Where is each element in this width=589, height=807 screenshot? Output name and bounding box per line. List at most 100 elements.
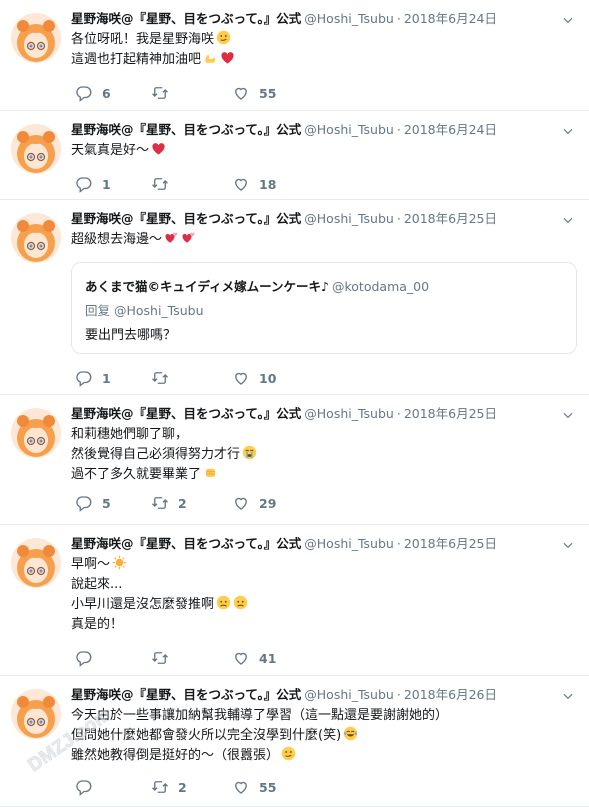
like-button[interactable]: 18 [232, 174, 276, 194]
reply-button[interactable] [75, 648, 102, 668]
user-handle[interactable]: @Hoshi_Tsubu [304, 406, 394, 421]
retweet-button[interactable] [151, 174, 178, 194]
avatar[interactable] [11, 13, 61, 63]
like-icon [232, 175, 259, 193]
quoted-user-handle[interactable]: @kotodama_00 [332, 279, 429, 294]
heart-emoji [220, 50, 235, 65]
reply-button[interactable]: 6 [75, 83, 111, 103]
like-button[interactable]: 41 [232, 648, 276, 668]
retweet-button[interactable]: 2 [151, 777, 187, 797]
reply-icon [75, 494, 102, 512]
tweet-actions: 5 2 29 [71, 493, 371, 513]
like-button[interactable]: 29 [232, 493, 276, 513]
display-name[interactable]: 星野海咲@『星野、目をつぶって。』公式 [71, 687, 301, 702]
chevron-down-icon[interactable] [561, 123, 575, 137]
reply-count: 1 [102, 176, 111, 192]
separator-dot: · [396, 536, 401, 551]
tweet-text-content: 早啊～ [71, 557, 111, 572]
joy-emoji [343, 726, 358, 741]
avatar[interactable] [11, 538, 61, 588]
tweet-header: 星野海咲@『星野、目をつぶって。』公式 @Hoshi_Tsubu · 2018年6月2… [71, 405, 549, 423]
tweet-text-line: 和莉穗她們聊了聊， [71, 425, 569, 445]
tweet-text: 天氣真是好～ [71, 141, 569, 161]
quoted-display-name[interactable]: あくまで猫©キュイディメ嫁ムーンケーキ♪ [85, 279, 329, 294]
chevron-down-icon[interactable] [561, 537, 575, 551]
user-handle[interactable]: @Hoshi_Tsubu [304, 687, 394, 702]
avatar[interactable] [11, 213, 61, 263]
tweet-text: 和莉穗她們聊了聊， 然後覺得自己必須得努力才行 過不了多久就要畢業了 [71, 425, 569, 485]
tweet-text-content: 但問她什麼她都會發火所以完全沒學到什麼(笑) [71, 728, 342, 743]
like-button[interactable]: 10 [232, 368, 276, 388]
tweet-text-content: 說起來... [71, 577, 123, 592]
tweet-text-line: 真是的！ [71, 615, 569, 635]
retweet-button[interactable] [151, 83, 178, 103]
retweet-button[interactable] [151, 648, 178, 668]
like-button[interactable]: 55 [232, 83, 276, 103]
tweet-text-line: 這週也打起精神加油吧 [71, 50, 569, 70]
tweet-date[interactable]: 2018年6月25日 [404, 211, 497, 226]
reply-button[interactable]: 1 [75, 368, 111, 388]
watermark: DMZJ.com [24, 708, 108, 777]
reply-count: 5 [102, 495, 111, 511]
tweet-date[interactable]: 2018年6月25日 [404, 536, 497, 551]
display-name[interactable]: 星野海咲@『星野、目をつぶって。』公式 [71, 211, 301, 226]
display-name[interactable]: 星野海咲@『星野、目をつぶって。』公式 [71, 536, 301, 551]
tweet-header: 星野海咲@『星野、目をつぶって。』公式 @Hoshi_Tsubu · 2018年6月2… [71, 210, 549, 228]
retweet-button[interactable] [151, 368, 178, 388]
reply-icon [75, 778, 102, 796]
chevron-down-icon[interactable] [561, 407, 575, 421]
reply-icon [75, 175, 102, 193]
smirk-emoji [216, 30, 231, 45]
tweet-text-content: 各位呀吼！我是星野海咲 [71, 32, 215, 47]
tweet[interactable]: 星野海咲@『星野、目をつぶって。』公式 @Hoshi_Tsubu · 2018年6月2… [0, 0, 589, 111]
tweet-text: 各位呀吼！我是星野海咲 這週也打起精神加油吧 [71, 30, 569, 70]
tweet-text-line: 雖然她教得倒是挺好的～（很囂張） [71, 746, 569, 766]
avatar[interactable] [11, 408, 61, 458]
chevron-down-icon[interactable] [561, 12, 575, 26]
tweet-actions: 1 18 [71, 174, 371, 194]
user-handle[interactable]: @Hoshi_Tsubu [304, 11, 394, 26]
tweet-text-content: 這週也打起精神加油吧 [71, 52, 202, 67]
tweet[interactable]: 星野海咲@『星野、目をつぶって。』公式 @Hoshi_Tsubu · 2018年6月2… [0, 200, 589, 395]
tweet-text-line: 早啊～ [71, 555, 569, 575]
display-name[interactable]: 星野海咲@『星野、目をつぶって。』公式 [71, 122, 301, 137]
tweet-date[interactable]: 2018年6月24日 [404, 11, 497, 26]
avatar[interactable] [11, 124, 61, 174]
tweet-date[interactable]: 2018年6月24日 [404, 122, 497, 137]
chevron-down-icon[interactable] [561, 688, 575, 702]
tweet-actions: 1 10 [71, 368, 371, 388]
chevron-down-icon[interactable] [561, 212, 575, 226]
like-icon [232, 84, 259, 102]
retweet-icon [151, 84, 178, 102]
tweet-text-line: 然後覺得自己必須得努力才行 [71, 445, 569, 465]
quoted-tweet[interactable]: あくまで猫©キュイディメ嫁ムーンケーキ♪ @kotodama_00 回复 @Hosh… [71, 262, 577, 354]
tweet-text: 早啊～ 說起來... 小早川還是沒怎麼發推啊 真是的！ [71, 555, 569, 635]
user-handle[interactable]: @Hoshi_Tsubu [304, 211, 394, 226]
tweet-text-line: 但問她什麼她都會發火所以完全沒學到什麼(笑) [71, 726, 569, 746]
user-handle[interactable]: @Hoshi_Tsubu [304, 122, 394, 137]
quoted-tweet-header: あくまで猫©キュイディメ嫁ムーンケーキ♪ @kotodama_00 [85, 276, 429, 295]
like-button[interactable]: 55 [232, 777, 276, 797]
user-handle[interactable]: @Hoshi_Tsubu [304, 536, 394, 551]
tweet[interactable]: 星野海咲@『星野、目をつぶって。』公式 @Hoshi_Tsubu · 2018年6月2… [0, 111, 589, 200]
display-name[interactable]: 星野海咲@『星野、目をつぶって。』公式 [71, 11, 301, 26]
tweet-date[interactable]: 2018年6月25日 [404, 406, 497, 421]
reply-icon [75, 84, 102, 102]
reply-button[interactable] [75, 777, 102, 797]
worried-emoji [233, 595, 248, 610]
tweet[interactable]: 星野海咲@『星野、目をつぶって。』公式 @Hoshi_Tsubu · 2018年6月2… [0, 395, 589, 525]
worried-emoji [216, 595, 231, 610]
retweet-icon [151, 369, 178, 387]
reply-button[interactable]: 5 [75, 493, 111, 513]
heart-emoji [151, 141, 166, 156]
tweet-header: 星野海咲@『星野、目をつぶって。』公式 @Hoshi_Tsubu · 2018年6月2… [71, 121, 549, 139]
like-icon [232, 369, 259, 387]
sun-emoji [112, 555, 127, 570]
tweet[interactable]: 星野海咲@『星野、目をつぶって。』公式 @Hoshi_Tsubu · 2018年6月2… [0, 525, 589, 676]
tweet-date[interactable]: 2018年6月26日 [404, 687, 497, 702]
display-name[interactable]: 星野海咲@『星野、目をつぶって。』公式 [71, 406, 301, 421]
tweet-header: 星野海咲@『星野、目をつぶって。』公式 @Hoshi_Tsubu · 2018年6月2… [71, 10, 549, 28]
reply-button[interactable]: 1 [75, 174, 111, 194]
tweet-text-line: 超級想去海邊～ [71, 230, 569, 250]
retweet-button[interactable]: 2 [151, 493, 187, 513]
